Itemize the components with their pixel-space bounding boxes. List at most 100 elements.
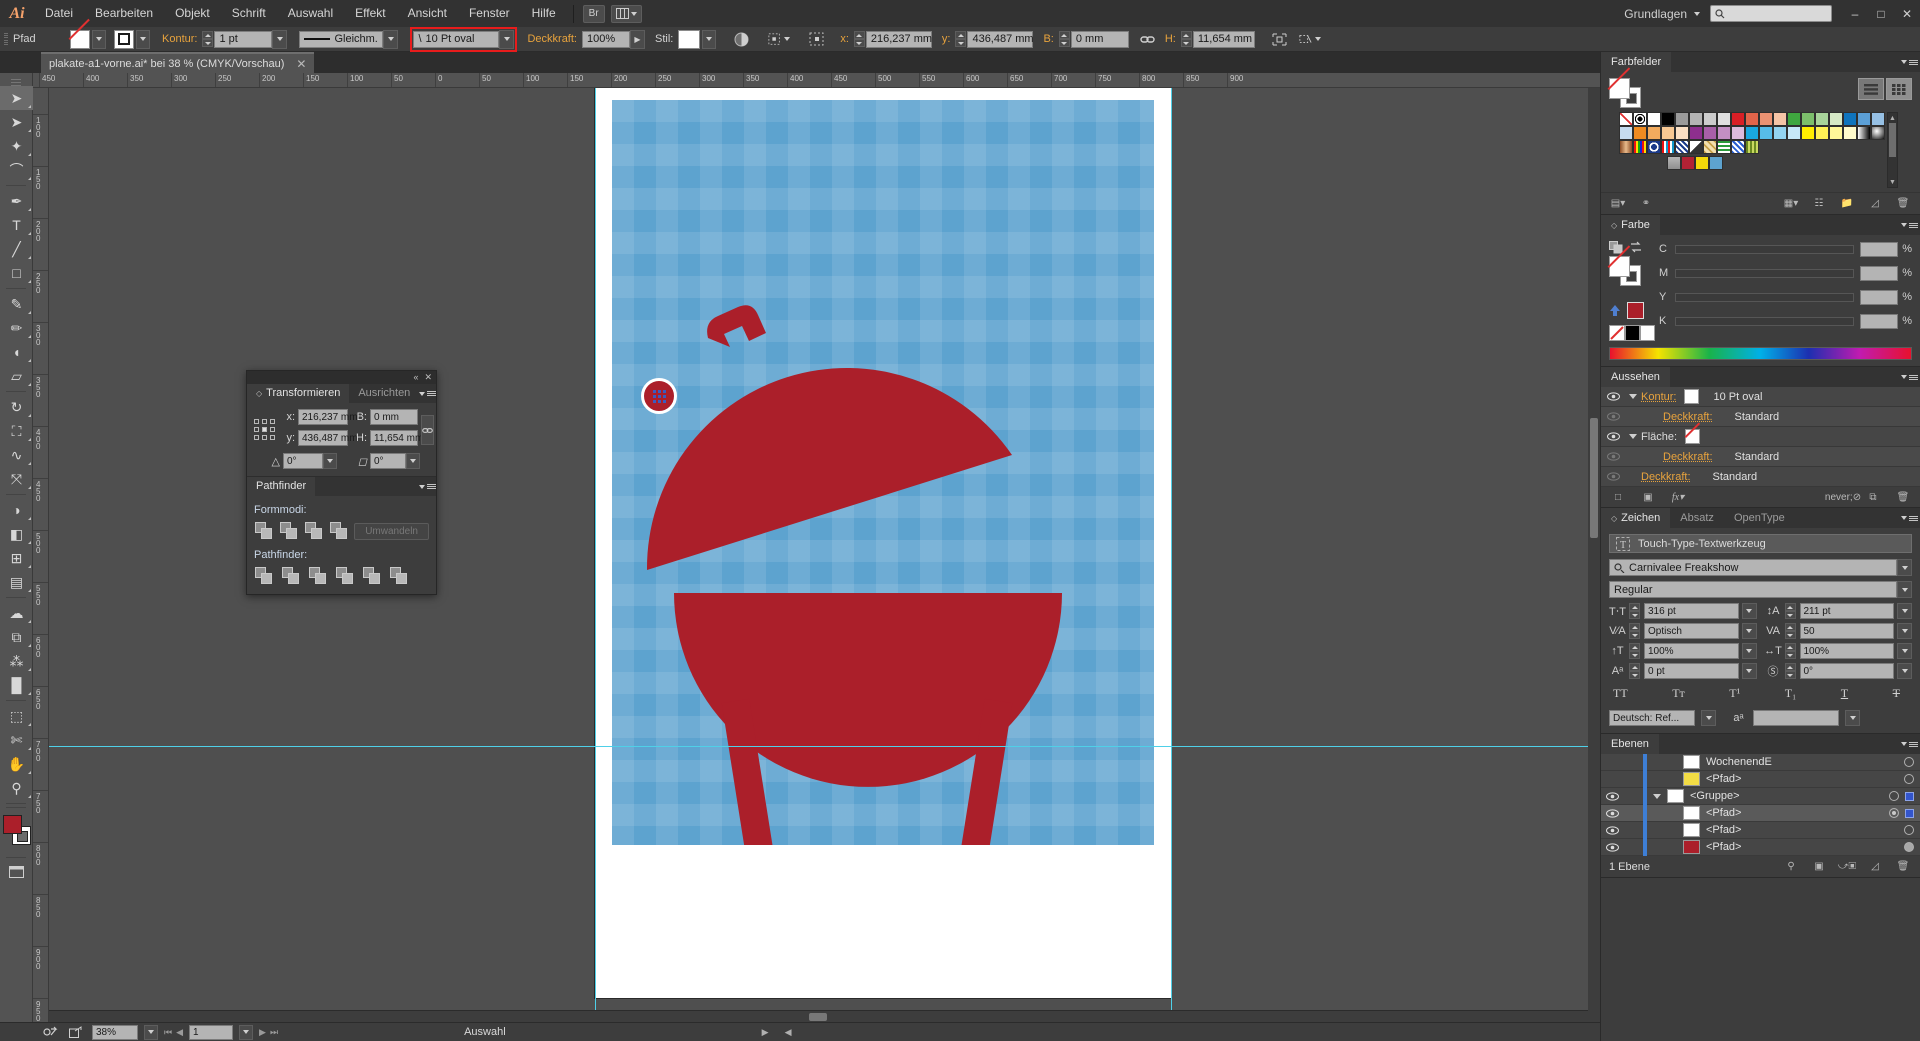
swatch-cell[interactable]	[1871, 126, 1885, 140]
last-color-swatch[interactable]	[1627, 302, 1644, 319]
brush-definition-dropdown[interactable]	[499, 29, 515, 49]
swatch-cell[interactable]	[1689, 112, 1703, 126]
font-family-control[interactable]: Carnivalee Freakshow	[1609, 559, 1912, 576]
character-rotation-field[interactable]: 0°	[1799, 663, 1894, 679]
anchor-point-widget[interactable]	[641, 378, 677, 414]
character-rotation-dropdown[interactable]	[1897, 663, 1912, 679]
swatch-cell[interactable]	[1787, 112, 1801, 126]
document-tab[interactable]: plakate-a1-vorne.ai* bei 38 % (CMYK/Vors…	[41, 52, 315, 73]
zoom-field[interactable]: 38%	[92, 1024, 138, 1040]
divide-icon[interactable]	[254, 566, 274, 586]
baseline-shift-stepper[interactable]	[1629, 663, 1640, 679]
layer-row[interactable]: <Pfad>	[1601, 838, 1920, 856]
panel-menu-button[interactable]	[1898, 52, 1920, 72]
visibility-toggle[interactable]	[1601, 452, 1625, 461]
appearance-row[interactable]: Fläche:	[1601, 427, 1920, 447]
transform-w-field[interactable]: 0 mm	[370, 409, 418, 425]
symbol-sprayer-tool[interactable]: ⁂	[0, 649, 33, 673]
select-similar-objects-button[interactable]	[1299, 29, 1321, 49]
graphic-style-dropdown[interactable]	[702, 29, 717, 49]
slice-tool[interactable]: ✄	[0, 728, 33, 752]
stepper-down[interactable]	[202, 39, 214, 47]
panel-title-bar[interactable]: « ✕	[247, 371, 436, 384]
height-field[interactable]: 11,654 mm	[1192, 30, 1255, 48]
rectangle-tool[interactable]: □	[0, 261, 33, 285]
shape-builder-tool[interactable]: ◑	[0, 498, 33, 522]
opacity-dropdown[interactable]: ▶	[629, 29, 645, 49]
scroll-down-icon[interactable]: ▼	[1888, 177, 1897, 187]
edit-artboard-icon[interactable]	[40, 1024, 60, 1040]
crop-icon[interactable]	[335, 566, 355, 586]
expand-triangle[interactable]	[1625, 434, 1641, 439]
swatch-cell[interactable]	[1675, 140, 1689, 154]
panel-menu-button[interactable]	[1898, 508, 1920, 528]
font-style-control[interactable]: Regular	[1609, 581, 1912, 598]
duplicate-item-icon[interactable]: ⧉	[1864, 489, 1882, 505]
tracking-dropdown[interactable]	[1897, 623, 1912, 639]
gradient-tool[interactable]: ▤	[0, 570, 33, 594]
vertical-scale-dropdown[interactable]	[1741, 643, 1757, 659]
white-color-button[interactable]	[1640, 325, 1655, 341]
kerning-dropdown[interactable]	[1741, 623, 1757, 639]
swatch-cell[interactable]	[1619, 126, 1633, 140]
tab-transformieren[interactable]: ◇ Transformieren	[247, 384, 350, 403]
toolbox-grip[interactable]	[0, 73, 32, 86]
stroke-dropdown[interactable]	[136, 29, 150, 49]
direct-selection-tool[interactable]: ➤	[0, 110, 33, 134]
stepper-up[interactable]	[202, 31, 214, 39]
screen-mode-button[interactable]	[0, 861, 33, 883]
rotate-field[interactable]: 0°	[283, 453, 323, 469]
scale-tool[interactable]: ⛶	[0, 419, 33, 443]
leading-dropdown[interactable]	[1897, 603, 1912, 619]
small-caps-button[interactable]: Tᴛ	[1672, 686, 1685, 701]
scroll-left-button[interactable]: ◀	[785, 1027, 792, 1038]
tab-pathfinder[interactable]: Pathfinder	[247, 477, 316, 496]
subscript-button[interactable]: T₁	[1785, 686, 1797, 701]
tab-ebenen[interactable]: Ebenen	[1601, 734, 1659, 754]
font-style-field[interactable]: Regular	[1609, 581, 1897, 598]
value-k[interactable]	[1860, 313, 1899, 329]
swatch-cell[interactable]	[1709, 156, 1723, 170]
layer-row[interactable]: <Pfad>	[1601, 770, 1920, 788]
menu-bearbeiten[interactable]: Bearbeiten	[84, 0, 164, 27]
delete-swatch-icon[interactable]: 🗑	[1894, 196, 1912, 212]
swatch-cell[interactable]	[1667, 156, 1681, 170]
slider-y[interactable]	[1675, 292, 1855, 302]
search-input[interactable]	[1710, 5, 1832, 22]
expand-button[interactable]: Umwandeln	[354, 522, 429, 540]
zoom-tool[interactable]: ⚲	[0, 776, 33, 800]
anti-alias-dropdown[interactable]	[1845, 710, 1860, 726]
swatch-cell[interactable]	[1647, 140, 1661, 154]
transform-y-field[interactable]: 436,487 mm	[298, 430, 358, 446]
font-size-field[interactable]: 316 pt	[1644, 603, 1739, 619]
appearance-swatch[interactable]	[1685, 429, 1701, 444]
add-new-fill-icon[interactable]: ▣	[1639, 489, 1657, 505]
baseline-shift-dropdown[interactable]	[1741, 663, 1757, 679]
expand-triangle[interactable]	[1625, 394, 1641, 399]
unite-icon[interactable]	[254, 521, 272, 541]
superscript-button[interactable]: T¹	[1729, 686, 1740, 701]
layer-expand-triangle[interactable]	[1647, 793, 1667, 799]
align-button[interactable]	[768, 29, 791, 49]
horizontal-ruler[interactable]: 450 400 350 300 250 200 150 100 50 0 50 100 150 200 25…	[33, 73, 1600, 88]
swatch-cell[interactable]	[1801, 126, 1815, 140]
color-spectrum-bar[interactable]	[1609, 347, 1912, 360]
all-caps-button[interactable]: TT	[1613, 686, 1628, 701]
pen-tool[interactable]: ✒	[0, 189, 33, 213]
menu-auswahl[interactable]: Auswahl	[277, 0, 344, 27]
menu-schrift[interactable]: Schrift	[221, 0, 277, 27]
scrollbar-thumb[interactable]	[809, 1013, 827, 1021]
swatch-cell[interactable]	[1829, 126, 1843, 140]
width-tool[interactable]: ∿	[0, 443, 33, 467]
transform-x-field[interactable]: 216,237 mm	[298, 409, 358, 425]
swatch-cell[interactable]	[1745, 126, 1759, 140]
stepper-down[interactable]	[1058, 39, 1070, 47]
swatch-cell[interactable]	[1731, 140, 1745, 154]
width-stepper[interactable]	[1058, 31, 1070, 47]
fill-swatch[interactable]	[70, 29, 90, 49]
swatch-cell[interactable]	[1619, 140, 1633, 154]
height-stepper[interactable]	[1180, 31, 1192, 47]
maximize-button[interactable]: □	[1868, 0, 1894, 27]
swatch-cell[interactable]	[1675, 112, 1689, 126]
font-size-control[interactable]: T‧T 316 pt	[1609, 603, 1757, 619]
